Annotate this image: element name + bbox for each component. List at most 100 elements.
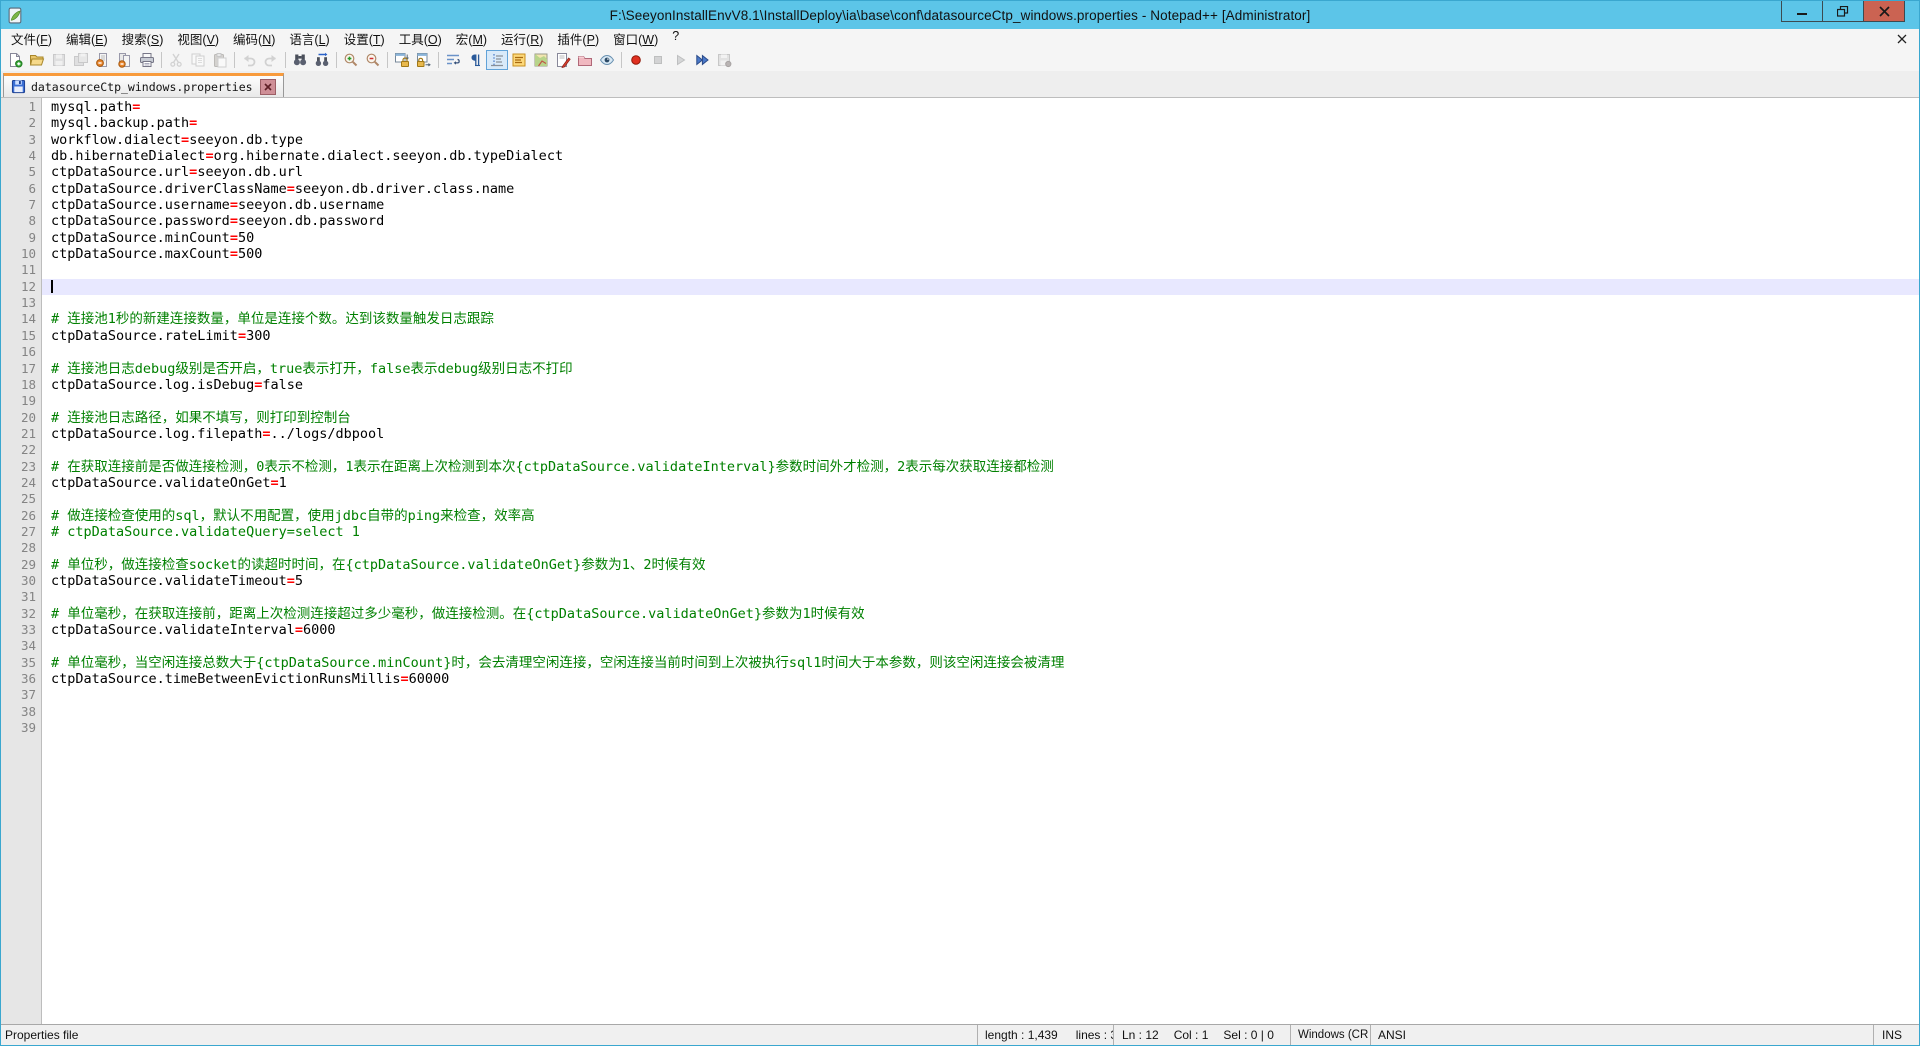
minimize-button[interactable] (1781, 1, 1823, 22)
editor-line-19[interactable]: 19 (1, 393, 1919, 409)
sync-horizontal-scroll-icon[interactable] (413, 50, 435, 70)
code-text: mysql.path= (42, 99, 1919, 115)
status-insert-mode[interactable]: INS (1873, 1025, 1919, 1045)
undo-icon[interactable] (238, 50, 260, 70)
close-button[interactable] (1863, 1, 1905, 22)
code-text (42, 720, 1919, 736)
macro-run-multiple-icon[interactable] (691, 50, 713, 70)
paste-icon[interactable] (209, 50, 231, 70)
menu-item-w[interactable]: 窗口(W) (606, 27, 665, 51)
menu-item-l[interactable]: 语言(L) (282, 27, 336, 51)
macro-stop-icon[interactable] (647, 50, 669, 70)
close-file-icon[interactable] (92, 50, 114, 70)
tab-label: datasourceCtp_windows.properties (31, 80, 253, 94)
restore-button[interactable] (1822, 1, 1864, 22)
function-list-icon[interactable] (508, 50, 530, 70)
editor-line-39[interactable]: 39 (1, 720, 1919, 736)
editor-line-24[interactable]: 24ctpDataSource.validateOnGet=1 (1, 475, 1919, 491)
editor-line-8[interactable]: 8ctpDataSource.password=seeyon.db.passwo… (1, 213, 1919, 229)
editor-lines: 1mysql.path=2mysql.backup.path=3workflow… (1, 99, 1919, 736)
zoom-out-icon[interactable] (362, 50, 384, 70)
editor-line-9[interactable]: 9ctpDataSource.minCount=50 (1, 230, 1919, 246)
editor-line-25[interactable]: 25 (1, 491, 1919, 507)
editor-line-5[interactable]: 5ctpDataSource.url=seeyon.db.url (1, 164, 1919, 180)
sync-vertical-scroll-icon[interactable] (391, 50, 413, 70)
editor-line-4[interactable]: 4db.hibernateDialect=org.hibernate.diale… (1, 148, 1919, 164)
print-icon[interactable] (136, 50, 158, 70)
menu-item-s[interactable]: 搜索(S) (115, 27, 171, 51)
tab-close-icon[interactable] (260, 79, 276, 95)
find-icon[interactable] (289, 50, 311, 70)
show-all-characters-icon[interactable] (464, 50, 486, 70)
status-encoding[interactable]: ANSI (1370, 1025, 1873, 1045)
editor-line-38[interactable]: 38 (1, 704, 1919, 720)
editor-line-17[interactable]: 17# 连接池日志debug级别是否开启，true表示打开，false表示deb… (1, 361, 1919, 377)
editor-line-36[interactable]: 36ctpDataSource.timeBetweenEvictionRunsM… (1, 671, 1919, 687)
notepad-plus-plus-icon[interactable] (7, 6, 25, 24)
editor-line-26[interactable]: 26# 做连接检查使用的sql，默认不用配置，使用jdbc自带的ping来检查，… (1, 508, 1919, 524)
editor-line-23[interactable]: 23# 在获取连接前是否做连接检测，0表示不检测，1表示在距离上次检测到本次{c… (1, 459, 1919, 475)
macro-play-icon[interactable] (669, 50, 691, 70)
editor-line-31[interactable]: 31 (1, 589, 1919, 605)
editor-line-37[interactable]: 37 (1, 687, 1919, 703)
show-indent-guide-icon[interactable] (486, 50, 508, 70)
editor-line-22[interactable]: 22 (1, 442, 1919, 458)
menu-item-f[interactable]: 文件(F) (4, 27, 59, 51)
macro-save-icon[interactable] (713, 50, 735, 70)
editor-line-27[interactable]: 27# ctpDataSource.validateQuery=select 1 (1, 524, 1919, 540)
zoom-in-icon[interactable] (340, 50, 362, 70)
editor-line-13[interactable]: 13 (1, 295, 1919, 311)
monitoring-icon[interactable] (596, 50, 618, 70)
macro-record-icon[interactable] (625, 50, 647, 70)
save-icon[interactable] (48, 50, 70, 70)
editor-line-30[interactable]: 30ctpDataSource.validateTimeout=5 (1, 573, 1919, 589)
editor-line-1[interactable]: 1mysql.path= (1, 99, 1919, 115)
save-all-icon[interactable] (70, 50, 92, 70)
editor-line-35[interactable]: 35# 单位毫秒，当空闲连接总数大于{ctpDataSource.minCoun… (1, 655, 1919, 671)
editor-line-10[interactable]: 10ctpDataSource.maxCount=500 (1, 246, 1919, 262)
editor-line-21[interactable]: 21ctpDataSource.log.filepath=../logs/dbp… (1, 426, 1919, 442)
status-eol-format[interactable]: Windows (CR LF) (1290, 1025, 1370, 1045)
new-file-icon[interactable] (4, 50, 26, 70)
menu-item-t[interactable]: 设置(T) (337, 27, 392, 51)
copy-icon[interactable] (187, 50, 209, 70)
redo-icon[interactable] (260, 50, 282, 70)
editor-line-7[interactable]: 7ctpDataSource.username=seeyon.db.userna… (1, 197, 1919, 213)
editor-line-28[interactable]: 28 (1, 540, 1919, 556)
cut-icon[interactable] (165, 50, 187, 70)
close-all-icon[interactable] (114, 50, 136, 70)
editor-line-20[interactable]: 20# 连接池日志路径，如果不填写，则打印到控制台 (1, 410, 1919, 426)
code-text: # 连接池日志路径，如果不填写，则打印到控制台 (42, 410, 1919, 426)
tab-datasourcectp-windows-properties[interactable]: datasourceCtp_windows.properties (3, 73, 284, 97)
menu-item-v[interactable]: 视图(V) (170, 27, 226, 51)
editor-line-15[interactable]: 15ctpDataSource.rateLimit=300 (1, 328, 1919, 344)
menu-item-n[interactable]: 编码(N) (226, 27, 282, 51)
menu-item-help[interactable]: ? (665, 27, 686, 51)
document-map-icon[interactable] (530, 50, 552, 70)
editor-area[interactable]: 1mysql.path=2mysql.backup.path=3workflow… (1, 98, 1919, 1024)
editor-line-3[interactable]: 3workflow.dialect=seeyon.db.type (1, 132, 1919, 148)
editor-line-6[interactable]: 6ctpDataSource.driverClassName=seeyon.db… (1, 181, 1919, 197)
editor-line-33[interactable]: 33ctpDataSource.validateInterval=6000 (1, 622, 1919, 638)
editor-line-14[interactable]: 14# 连接池1秒的新建连接数量，单位是连接个数。达到该数量触发日志跟踪 (1, 311, 1919, 327)
menu-item-m[interactable]: 宏(M) (449, 27, 494, 51)
editor-line-11[interactable]: 11 (1, 262, 1919, 278)
editor-line-12[interactable]: 12 (1, 279, 1919, 295)
menu-item-p[interactable]: 插件(P) (550, 27, 606, 51)
editor-line-18[interactable]: 18ctpDataSource.log.isDebug=false (1, 377, 1919, 393)
close-document-icon[interactable] (1895, 32, 1909, 46)
code-text (42, 638, 1919, 654)
word-wrap-icon[interactable] (442, 50, 464, 70)
editor-line-2[interactable]: 2mysql.backup.path= (1, 115, 1919, 131)
menu-item-e[interactable]: 编辑(E) (59, 27, 115, 51)
folder-as-workspace-icon[interactable] (574, 50, 596, 70)
replace-icon[interactable] (311, 50, 333, 70)
editor-line-34[interactable]: 34 (1, 638, 1919, 654)
open-file-icon[interactable] (26, 50, 48, 70)
menu-item-o[interactable]: 工具(O) (392, 27, 449, 51)
menu-item-r[interactable]: 运行(R) (494, 27, 550, 51)
editor-line-29[interactable]: 29# 单位秒，做连接检查socket的读超时时间，在{ctpDataSourc… (1, 557, 1919, 573)
user-defined-language-icon[interactable] (552, 50, 574, 70)
editor-line-16[interactable]: 16 (1, 344, 1919, 360)
editor-line-32[interactable]: 32# 单位毫秒，在获取连接前，距离上次检测连接超过多少毫秒，做连接检测。在{c… (1, 606, 1919, 622)
